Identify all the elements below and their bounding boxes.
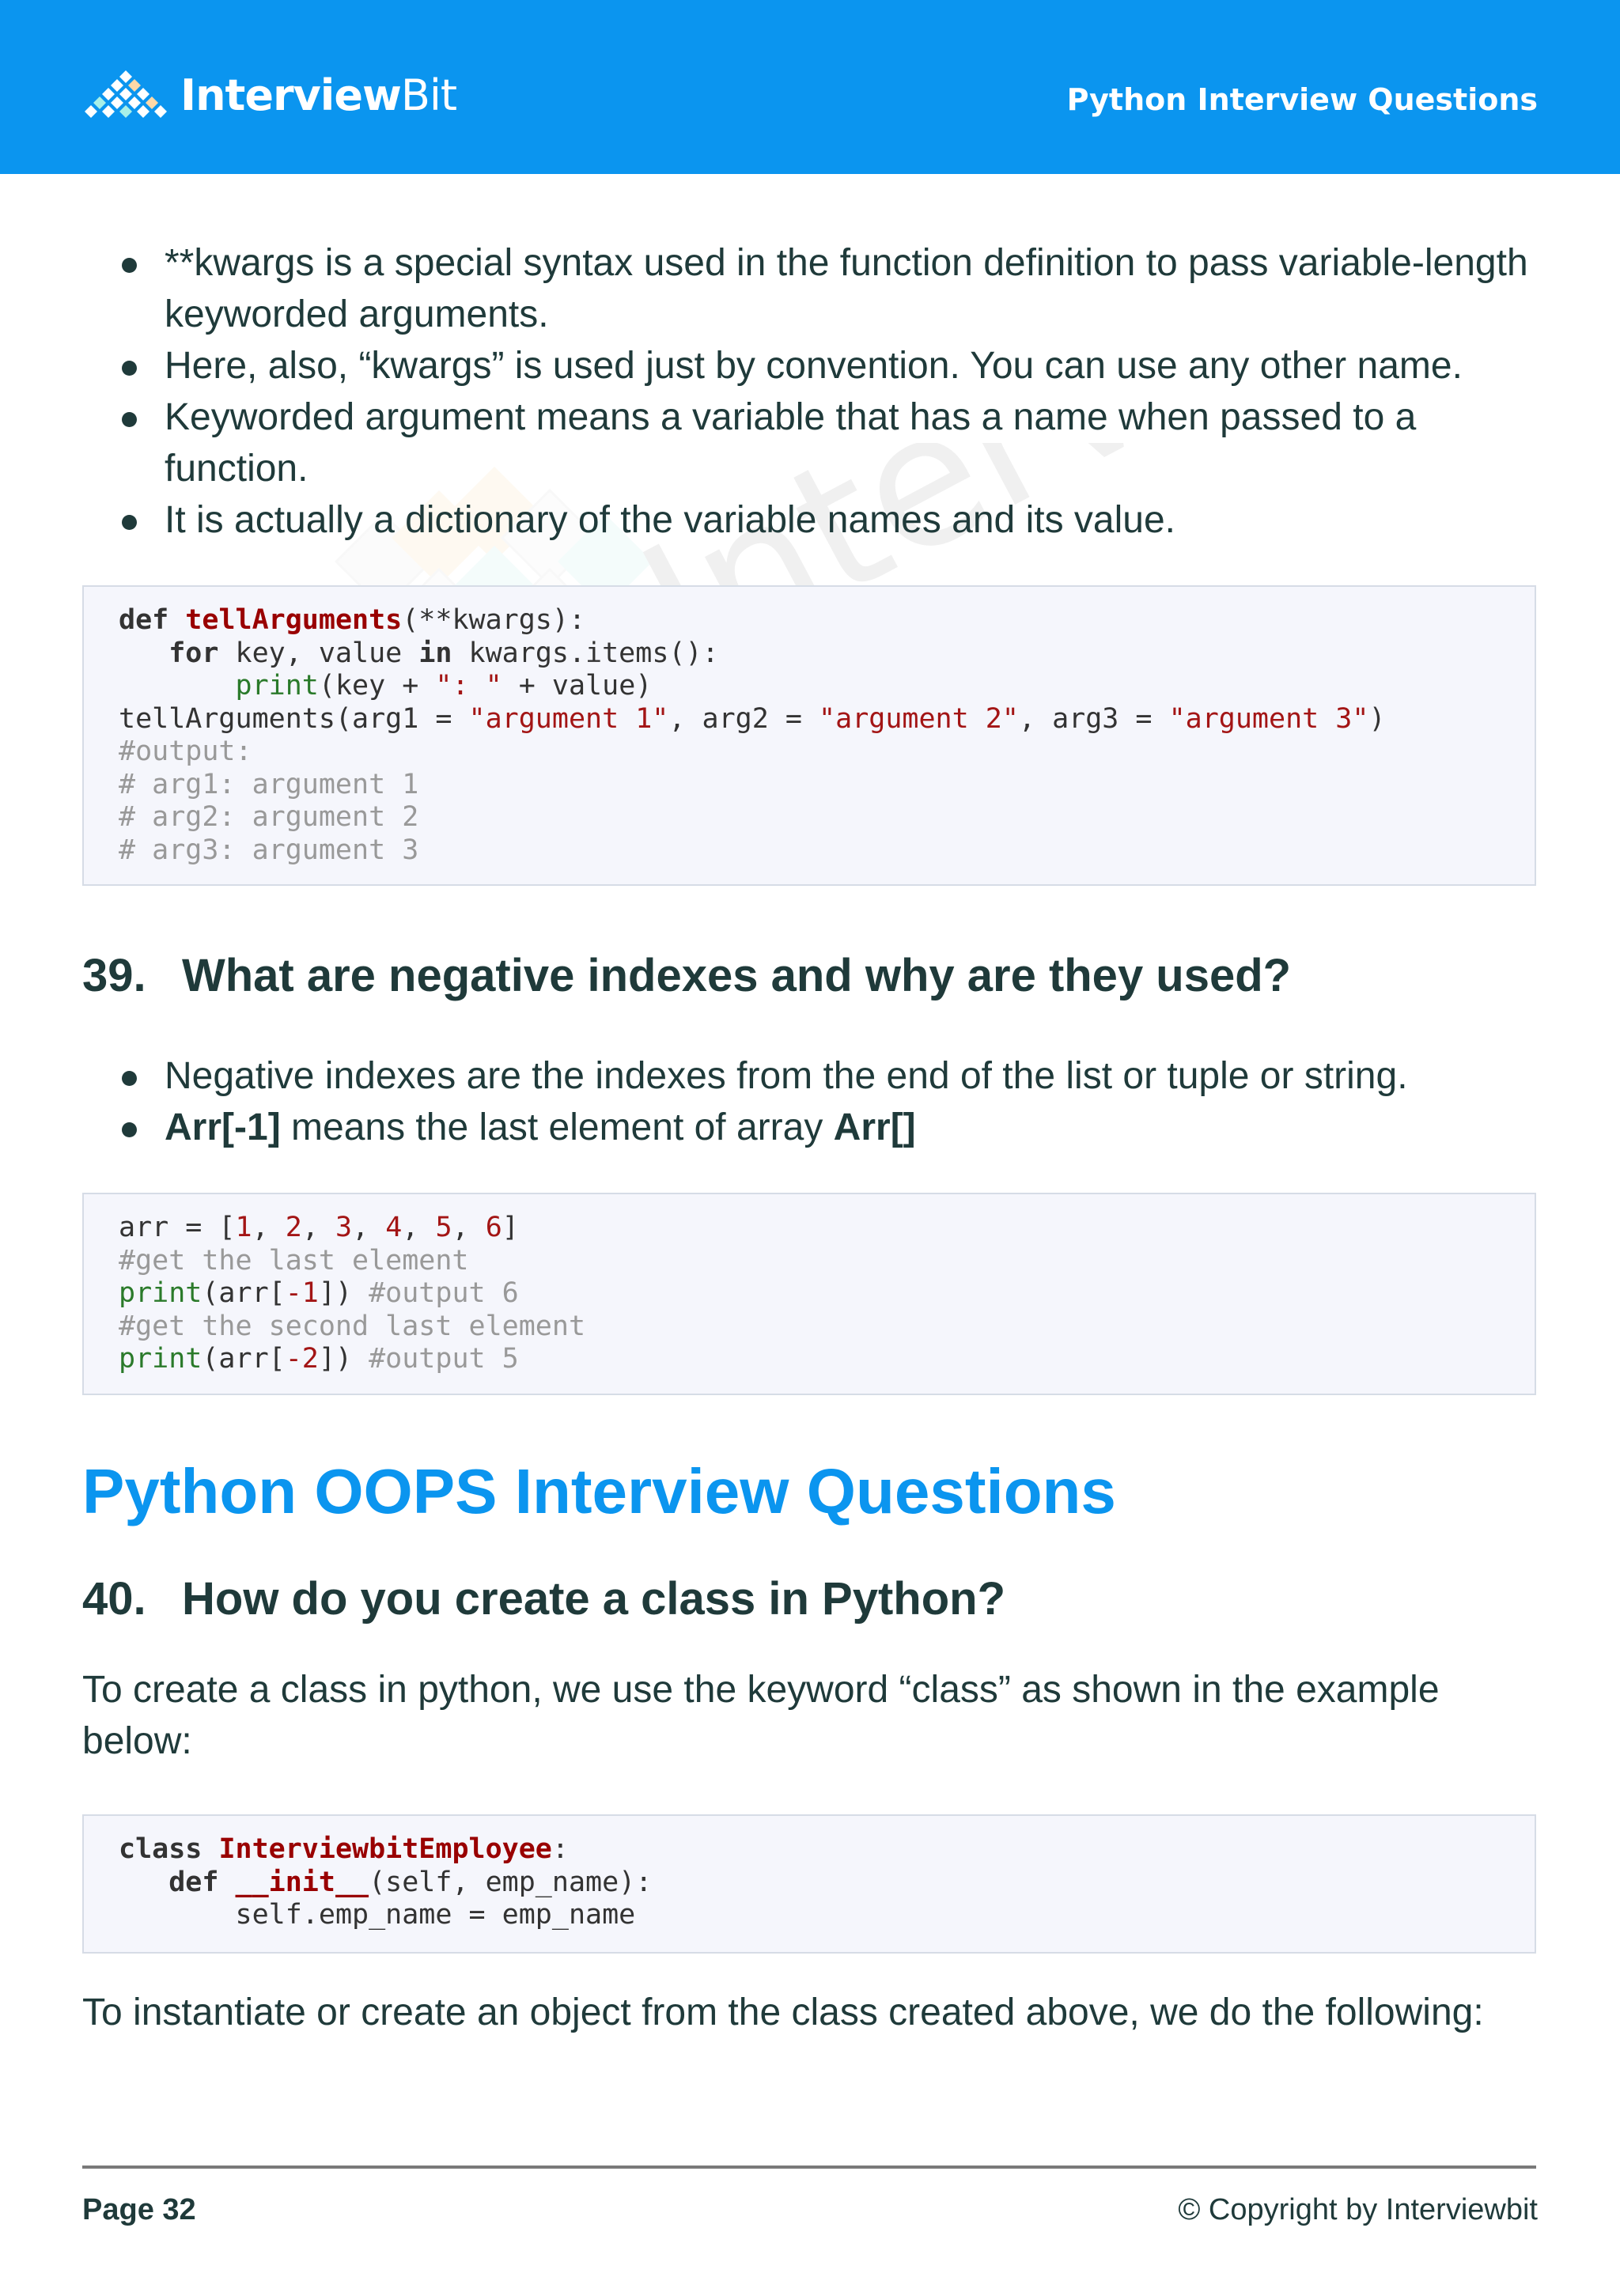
code-line: tellArguments(arg1 = "argument 1", arg2 … (119, 702, 1386, 735)
section-heading-oops: Python OOPS Interview Questions (82, 1456, 1116, 1526)
kwargs-bullet-list: **kwargs is a special syntax used in the… (82, 237, 1541, 546)
code-block-class: class InterviewbitEmployee: def __init__… (82, 1814, 1536, 1954)
code-line: def tellArguments(**kwargs): (119, 604, 586, 636)
code-comment: #get the last element (119, 1244, 469, 1277)
code-line: print(key + ": " + value) (235, 670, 653, 702)
code-block-kwargs: def tellArguments(**kwargs): for key, va… (82, 585, 1536, 886)
footer-divider (82, 2166, 1536, 2169)
code-block-negative-index: arr = [1, 2, 3, 4, 5, 6] #get the last el… (82, 1193, 1536, 1395)
list-item: Negative indexes are the indexes from th… (82, 1050, 1541, 1102)
logo-mark-icon (85, 70, 167, 118)
list-item: Keyworded argument means a variable that… (82, 391, 1541, 494)
code-line: print(arr[-2]) #output 5 (119, 1343, 519, 1375)
list-item: **kwargs is a special syntax used in the… (82, 237, 1541, 340)
q40-paragraph: To create a class in python, we use the … (82, 1669, 1440, 1762)
page-header: InterviewBit Python Interview Questions (0, 0, 1620, 174)
code-line: for key, value in kwargs.items(): (168, 637, 719, 669)
code-comment: #get the second last element (119, 1310, 586, 1342)
code-line: print(arr[-1]) #output 6 (119, 1277, 519, 1309)
q39-bullet-list: Negative indexes are the indexes from th… (82, 1050, 1541, 1153)
question-39-heading: 39. What are negative indexes and why are… (82, 950, 1292, 1001)
code-comment: # arg2: argument 2 (119, 801, 419, 833)
code-line: class InterviewbitEmployee: (119, 1833, 569, 1865)
list-item: Arr[-1] means the last element of array … (82, 1102, 1541, 1153)
logo-wordmark: InterviewBit (180, 70, 457, 120)
list-item: Here, also, “kwargs” is used just by con… (82, 340, 1541, 391)
instantiate-paragraph: To instantiate or create an object from … (82, 1992, 1484, 2033)
copyright-notice: © Copyright by Interviewbit (1178, 2193, 1538, 2226)
code-comment: #output: (119, 736, 252, 767)
code-comment: # arg1: argument 1 (119, 768, 419, 800)
code-line: arr = [1, 2, 3, 4, 5, 6] (119, 1212, 519, 1243)
code-comment: # arg3: argument 3 (119, 834, 419, 866)
code-line: def __init__(self, emp_name): (168, 1866, 653, 1898)
document-title: Python Interview Questions (1066, 82, 1538, 117)
question-40-heading: 40. How do you create a class in Python? (82, 1573, 1006, 1625)
page-number: Page 32 (82, 2193, 196, 2226)
interviewbit-logo: InterviewBit (82, 63, 457, 127)
code-line: self.emp_name = emp_name (235, 1899, 636, 1931)
list-item: It is actually a dictionary of the varia… (82, 494, 1541, 546)
